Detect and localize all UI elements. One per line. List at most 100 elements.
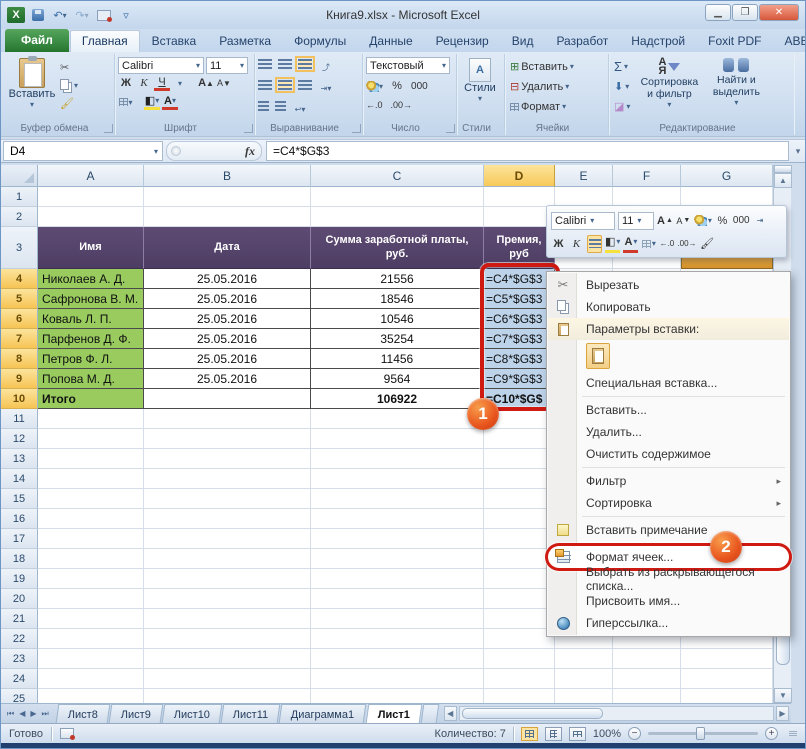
table-row-date[interactable]: 25.05.2016 bbox=[144, 329, 311, 349]
menu-item-clear-contents[interactable]: Очистить содержимое bbox=[548, 443, 789, 465]
name-box[interactable]: D4▾ bbox=[3, 141, 163, 161]
menu-item-hyperlink[interactable]: Гиперссылка... bbox=[548, 612, 789, 634]
align-bottom-icon[interactable] bbox=[298, 59, 312, 69]
menu-item-paste-keep-formatting[interactable] bbox=[548, 340, 789, 372]
ribbon-tab-Файл[interactable]: Файл bbox=[5, 29, 69, 52]
autosum-button[interactable]: Σ▾ bbox=[612, 59, 632, 74]
ribbon-tab-Формулы[interactable]: Формулы bbox=[283, 31, 357, 52]
first-sheet-icon[interactable]: ⏮ bbox=[7, 709, 14, 719]
mini-percent[interactable]: % bbox=[715, 212, 730, 230]
menu-item-delete-cells[interactable]: Удалить... bbox=[548, 421, 789, 443]
font-dialog-launcher[interactable] bbox=[244, 124, 253, 133]
mini-increase-decimal[interactable]: ←.0 bbox=[659, 235, 674, 253]
scroll-up-icon[interactable]: ▲ bbox=[774, 173, 792, 188]
mini-merge[interactable]: ⇥ bbox=[753, 212, 768, 230]
mini-format-painter[interactable]: 🖌 bbox=[700, 235, 715, 253]
row-header-7[interactable]: 7 bbox=[1, 329, 38, 349]
alignment-dialog-launcher[interactable] bbox=[352, 124, 361, 133]
table-row-date[interactable] bbox=[144, 389, 311, 409]
page-break-view-button[interactable] bbox=[569, 727, 586, 741]
last-sheet-icon[interactable]: ⏭ bbox=[42, 709, 49, 719]
row-header-21[interactable]: 21 bbox=[1, 609, 38, 629]
horizontal-scroll-thumb[interactable] bbox=[462, 708, 603, 719]
prev-sheet-icon[interactable]: ◀ bbox=[19, 709, 25, 718]
fill-button[interactable]: ⬇▾ bbox=[612, 79, 632, 94]
menu-item-copy[interactable]: Копировать bbox=[548, 296, 789, 318]
table-row-sum[interactable]: 35254 bbox=[311, 329, 484, 349]
row-header-23[interactable]: 23 bbox=[1, 649, 38, 669]
table-header-0[interactable]: Имя bbox=[38, 227, 144, 269]
sheet-nav-buttons[interactable]: ⏮ ◀ ▶ ⏭ bbox=[1, 704, 57, 723]
increase-indent-icon[interactable] bbox=[275, 101, 286, 111]
decrease-decimal-button[interactable]: .00→ bbox=[391, 97, 413, 113]
page-layout-view-button[interactable] bbox=[545, 727, 562, 741]
row-header-9[interactable]: 9 bbox=[1, 369, 38, 389]
align-right-icon[interactable] bbox=[298, 80, 312, 90]
mini-comma[interactable]: 000 bbox=[733, 212, 750, 230]
mini-italic[interactable]: К bbox=[569, 235, 584, 253]
resize-grip[interactable] bbox=[789, 731, 797, 736]
ribbon-tab-Вставка[interactable]: Вставка bbox=[141, 31, 208, 52]
row-header-20[interactable]: 20 bbox=[1, 589, 38, 609]
menu-item-sort[interactable]: Сортировка▸ bbox=[548, 492, 789, 514]
row-header-17[interactable]: 17 bbox=[1, 529, 38, 549]
mini-font-color[interactable]: А▾ bbox=[623, 235, 638, 253]
save-icon[interactable] bbox=[29, 7, 47, 23]
orientation-button[interactable]: ⤴ bbox=[318, 59, 334, 75]
table-row-date[interactable]: 25.05.2016 bbox=[144, 369, 311, 389]
font-size-combo[interactable]: 11▾ bbox=[206, 57, 248, 74]
align-center-icon[interactable] bbox=[278, 80, 292, 90]
table-row-name[interactable]: Николаев А. Д. bbox=[38, 269, 144, 289]
zoom-level[interactable]: 100% bbox=[593, 728, 621, 740]
menu-item-filter[interactable]: Фильтр▸ bbox=[548, 470, 789, 492]
table-row-name[interactable]: Итого bbox=[38, 389, 144, 409]
wrap-text-button[interactable]: ↩▾ bbox=[292, 101, 308, 117]
table-row-name[interactable]: Парфенов Д. Ф. bbox=[38, 329, 144, 349]
number-format-combo[interactable]: Текстовый▾ bbox=[366, 57, 450, 74]
align-left-icon[interactable] bbox=[258, 80, 272, 90]
table-row-name[interactable]: Сафронова В. М. bbox=[38, 289, 144, 309]
column-header-E[interactable]: E bbox=[555, 165, 613, 187]
normal-view-button[interactable] bbox=[521, 727, 538, 741]
next-sheet-icon[interactable]: ▶ bbox=[30, 709, 36, 718]
redo-icon[interactable]: ↷▾ bbox=[73, 7, 91, 23]
sheet-tab-Лист1[interactable]: Лист1 bbox=[365, 704, 422, 723]
row-header-16[interactable]: 16 bbox=[1, 509, 38, 529]
ribbon-tab-Вид[interactable]: Вид bbox=[501, 31, 545, 52]
ribbon-tab-Разработ[interactable]: Разработ bbox=[545, 31, 619, 52]
row-header-22[interactable]: 22 bbox=[1, 629, 38, 649]
zoom-out-button[interactable]: − bbox=[628, 727, 641, 740]
mini-fill-color[interactable]: ◧▾ bbox=[605, 235, 620, 253]
comma-style-button[interactable]: 000 bbox=[411, 78, 428, 94]
cut-button[interactable]: ✂ bbox=[58, 60, 80, 75]
menu-item-insert-cells[interactable]: Вставить... bbox=[548, 399, 789, 421]
ribbon-tab-Надстрой[interactable]: Надстрой bbox=[620, 31, 696, 52]
row-header-6[interactable]: 6 bbox=[1, 309, 38, 329]
table-header-1[interactable]: Дата bbox=[144, 227, 311, 269]
align-top-icon[interactable] bbox=[258, 59, 272, 69]
table-row-date[interactable]: 25.05.2016 bbox=[144, 269, 311, 289]
mini-decrease-decimal[interactable]: .00→ bbox=[677, 235, 696, 253]
row-header-8[interactable]: 8 bbox=[1, 349, 38, 369]
borders-button[interactable]: ▾ bbox=[118, 94, 134, 110]
sheet-tab-Лист9[interactable]: Лист9 bbox=[108, 704, 163, 723]
row-header-5[interactable]: 5 bbox=[1, 289, 38, 309]
paste-option-button[interactable] bbox=[586, 343, 610, 369]
find-select-button[interactable]: Найти и выделить▾ bbox=[706, 56, 766, 120]
format-button[interactable]: Формат▾ bbox=[508, 99, 605, 114]
zoom-slider-thumb[interactable] bbox=[696, 727, 705, 740]
format-painter-button[interactable]: 🖌 bbox=[58, 96, 80, 111]
ribbon-tab-Данные[interactable]: Данные bbox=[358, 31, 423, 52]
menu-item-cut[interactable]: Вырезать bbox=[548, 274, 789, 296]
table-row-sum[interactable]: 11456 bbox=[311, 349, 484, 369]
minimize-button[interactable]: ▁ bbox=[705, 4, 731, 21]
row-header-4[interactable]: 4 bbox=[1, 269, 38, 289]
mini-align-center[interactable] bbox=[587, 235, 602, 253]
mini-font-size[interactable]: 11▾ bbox=[618, 212, 654, 230]
ribbon-tab-Главная[interactable]: Главная bbox=[70, 30, 140, 52]
mini-accounting[interactable]: ▾ bbox=[694, 212, 712, 230]
row-header-12[interactable]: 12 bbox=[1, 429, 38, 449]
menu-item-pick-from-list[interactable]: Выбрать из раскрывающегося списка... bbox=[548, 568, 789, 590]
table-row-date[interactable]: 25.05.2016 bbox=[144, 309, 311, 329]
increase-decimal-button[interactable]: ←.0 bbox=[366, 97, 383, 113]
